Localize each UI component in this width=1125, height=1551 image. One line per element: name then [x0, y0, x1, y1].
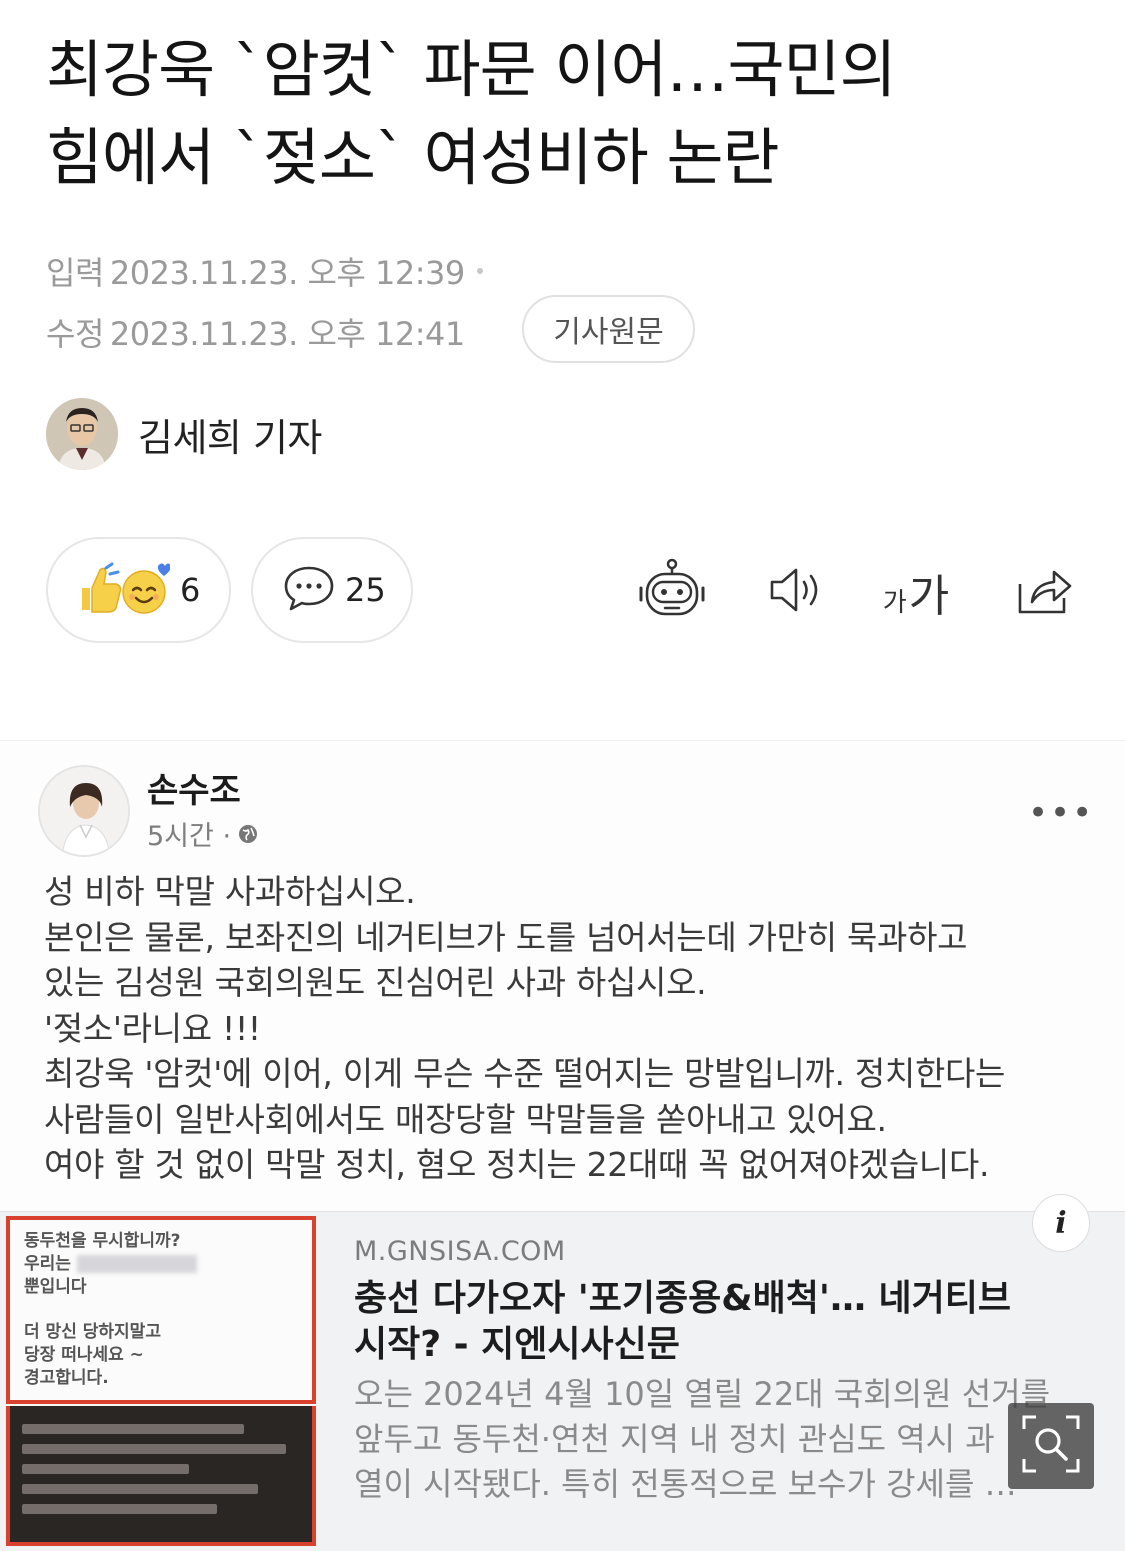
text-to-speech-button[interactable] [756, 552, 836, 632]
share-icon [1014, 564, 1074, 620]
speaker-icon [766, 565, 826, 619]
reaction-count: 6 [180, 571, 201, 609]
author-byline[interactable]: 김세희 기자 [46, 398, 322, 470]
post-time-text: 5시간 · [147, 821, 232, 852]
comment-icon [283, 564, 335, 616]
thumbnail-dark-comments [6, 1406, 316, 1546]
modified-label: 수정 [46, 315, 104, 353]
author-name: 김세희 기자 [138, 415, 322, 460]
font-size-small: 가 [882, 588, 907, 618]
input-time: 2023.11.23. 오후 12:39 [109, 254, 465, 292]
link-thumbnail: 동두천을 무시합니까? 우리는 뿐입니다 더 망신 당하지말고 당장 떠나세요 … [6, 1216, 316, 1546]
input-label: 입력 [46, 254, 104, 292]
image-zoom-button[interactable] [1008, 1403, 1094, 1489]
globe-icon [237, 823, 259, 845]
post-line: '젖소'라니요 !!! [44, 1008, 261, 1048]
comment-count: 25 [345, 571, 386, 609]
poster-avatar [38, 765, 130, 857]
separator-dot [476, 268, 483, 274]
post-line: 본인은 물론, 보좌진의 네거티브가 도를 넘어서는데 가만히 묵과하고 [44, 917, 968, 957]
post-line: 최강욱 '암컷'에 이어, 이게 무슨 수준 떨어지는 망발입니까. 정치한다는 [44, 1054, 1006, 1093]
blurred-text [76, 1255, 197, 1273]
comment-button[interactable]: 25 [251, 537, 413, 643]
embedded-facebook-post: 손수조 5시간 · ••• 성 비하 막말 사과하십시오. 본인은 물론, 보좌… [0, 740, 1125, 1551]
link-preview-card[interactable]: 동두천을 무시합니까? 우리는 뿐입니다 더 망신 당하지말고 당장 떠나세요 … [0, 1194, 1125, 1551]
input-datetime: 입력 2023.11.23. 오후 12:39 [46, 248, 483, 294]
original-article-button[interactable]: 기사원문 [522, 295, 695, 363]
poster-name[interactable]: 손수조 [147, 763, 241, 812]
ai-robot-icon [637, 558, 707, 626]
info-icon[interactable]: i [1032, 1194, 1090, 1252]
reaction-button[interactable]: 6 [46, 537, 231, 643]
post-line: 여야 할 것 없이 막말 정치, 혐오 정치는 22대때 꼭 없어져야겠습니다. [44, 1145, 990, 1184]
reaction-emoji-icon [76, 560, 171, 620]
font-size-icon: 가가 [883, 560, 949, 624]
post-body: 성 비하 막말 사과하십시오. 본인은 물론, 보좌진의 네거티브가 도를 넘어… [44, 869, 1104, 1188]
zoom-magnifier-icon [1020, 1413, 1082, 1479]
more-options-icon[interactable]: ••• [1028, 793, 1094, 833]
font-size-button[interactable]: 가가 [876, 552, 956, 632]
post-time: 5시간 · [147, 814, 259, 853]
headline-line-1: 최강욱 `암컷` 파문 이어…국민의 [46, 33, 897, 106]
link-description: 오는 2024년 4월 10일 열릴 22대 국회의원 선거를 앞두고 동두천·… [354, 1375, 1051, 1503]
link-title: 충선 다가오자 '포기종용&배척'… 네거티브 시작? - 지엔시사신문 [354, 1278, 1011, 1365]
headline-line-2: 힘에서 `젖소` 여성비하 논란 [46, 121, 780, 194]
share-button[interactable] [1004, 552, 1084, 632]
post-line: 사람들이 일반사회에서도 매장당할 막말들을 쏟아내고 있어요. [44, 1099, 887, 1139]
post-line: 있는 김성원 국회의원도 진심어린 사과 하십시오. [44, 963, 707, 1002]
article-headline: 최강욱 `암컷` 파문 이어…국민의 힘에서 `젖소` 여성비하 논란 [46, 26, 1086, 202]
post-line: 성 비하 막말 사과하십시오. [44, 872, 416, 911]
ai-summary-button[interactable] [632, 552, 712, 632]
link-domain: M.GNSISA.COM [354, 1236, 566, 1267]
thumbnail-banner-text: 동두천을 무시합니까? 우리는 뿐입니다 더 망신 당하지말고 당장 떠나세요 … [6, 1216, 316, 1404]
modified-time: 2023.11.23. 오후 12:41 [109, 315, 465, 353]
author-avatar [46, 398, 118, 470]
modified-datetime: 수정 2023.11.23. 오후 12:41 [46, 309, 465, 355]
font-size-big: 가 [908, 571, 950, 622]
